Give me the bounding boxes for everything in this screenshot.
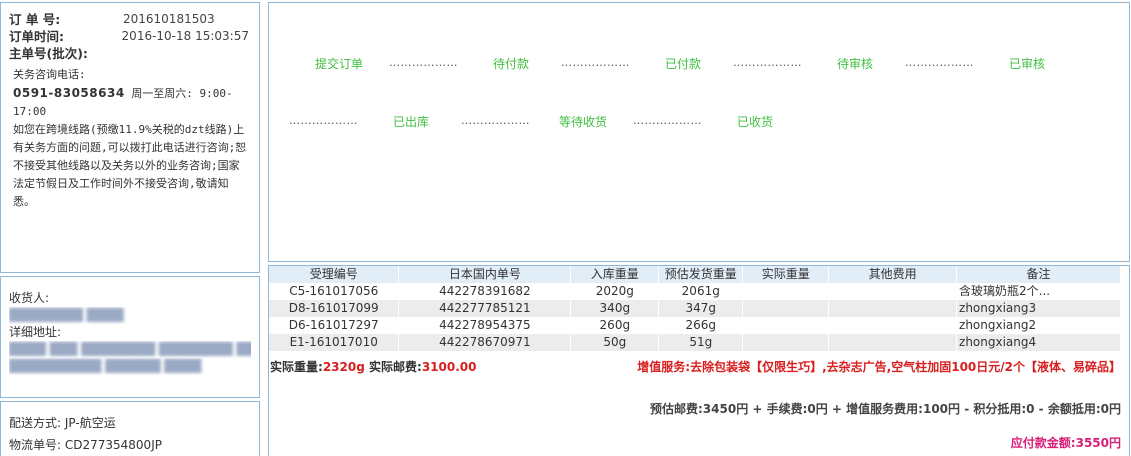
receiver-address-label: 详细地址: — [9, 325, 62, 339]
items-panel: 受理编号 日本国内单号 入库重量 预估发货重量 实际重量 其他费用 备注 C5-… — [268, 265, 1130, 456]
total-payable: 应付款金额:3550円 — [1010, 436, 1121, 450]
cell-est-weight: 51g — [658, 334, 744, 351]
cell-actual-weight — [742, 317, 830, 334]
cell-inbound-weight: 2020g — [570, 283, 660, 300]
receiver-name-label: 收货人: — [9, 291, 50, 305]
table-row: D6-161017297 442278954375 260g 266g zhon… — [269, 317, 1121, 334]
receiver-panel: 收货人: ████████ ████ 详细地址: ████ ███ ██████… — [0, 276, 260, 398]
step-separator: ……………… — [289, 114, 358, 127]
cell-inbound-weight: 340g — [570, 300, 660, 317]
step-awaiting-payment: 待付款 — [493, 57, 530, 71]
cell-note: zhongxiang3 — [956, 300, 1121, 317]
actual-postage-label: 实际邮费: — [369, 360, 422, 374]
cell-jp-tracking: 442278391682 — [398, 283, 572, 300]
order-number-label: 订 单 号: — [9, 12, 61, 27]
cell-receipt-no: D8-161017099 — [269, 300, 400, 317]
actual-postage-value: 3100.00 — [421, 360, 477, 374]
table-row: E1-161017010 442278670971 50g 51g zhongx… — [269, 334, 1121, 351]
col-receipt-no: 受理编号 — [269, 266, 400, 283]
actual-weight-label: 实际重量: — [270, 360, 323, 374]
col-note: 备注 — [956, 266, 1121, 283]
step-separator: ……………… — [905, 56, 974, 69]
cell-inbound-weight: 260g — [570, 317, 660, 334]
actual-summary: 实际重量:2320g 实际邮费:3100.00 — [270, 358, 476, 375]
receiver-address-redacted-2: ██████████ ██████ ████ — [9, 359, 202, 373]
order-time-value: 2016-10-18 15:03:57 — [121, 29, 249, 43]
table-row: C5-161017056 442278391682 2020g 2061g 含玻… — [269, 283, 1121, 300]
cell-other-fees — [828, 317, 958, 334]
cell-est-weight: 2061g — [658, 283, 744, 300]
col-other-fees: 其他费用 — [828, 266, 958, 283]
order-number-value: 201610181503 — [123, 12, 215, 26]
cell-other-fees — [828, 300, 958, 317]
step-separator: ……………… — [561, 56, 630, 69]
cell-other-fees — [828, 334, 958, 351]
step-separator: ……………… — [633, 114, 702, 127]
cell-jp-tracking: 442278954375 — [398, 317, 572, 334]
receiver-name-redacted: ████████ ████ — [9, 308, 124, 322]
cell-receipt-no: D6-161017297 — [269, 317, 400, 334]
step-received: 已收货 — [737, 115, 774, 129]
cell-est-weight: 266g — [658, 317, 744, 334]
order-time-label: 订单时间: — [9, 29, 64, 44]
cell-inbound-weight: 50g — [570, 334, 660, 351]
notice-body: 如您在跨境线路(预缴11.9%关税的dzt线路)上有关务方面的问题,可以拨打此电… — [13, 123, 247, 208]
step-separator: ……………… — [461, 114, 530, 127]
cell-actual-weight — [742, 334, 830, 351]
cell-receipt-no: E1-161017010 — [269, 334, 400, 351]
col-jp-tracking: 日本国内单号 — [398, 266, 572, 283]
order-number-row: 订 单 号: 201610181503 — [9, 11, 249, 28]
shipping-method: 配送方式: JP-航空运 — [9, 416, 116, 430]
master-number-row: 主单号(批次): — [9, 45, 249, 62]
cell-note: zhongxiang4 — [956, 334, 1121, 351]
tracking-number: 物流单号: CD277354800JP — [9, 438, 162, 452]
cell-jp-tracking: 442277785121 — [398, 300, 572, 317]
fee-breakdown: 预估邮费:3450円 + 手续费:0円 + 增值服务费用:100円 - 积分抵用… — [650, 402, 1121, 416]
master-number-label: 主单号(批次): — [9, 46, 88, 61]
cell-actual-weight — [742, 283, 830, 300]
cell-est-weight: 347g — [658, 300, 744, 317]
order-time-row: 订单时间: 2016-10-18 15:03:57 — [9, 28, 249, 45]
cell-jp-tracking: 442278670971 — [398, 334, 572, 351]
table-row: D8-161017099 442277785121 340g 347g zhon… — [269, 300, 1121, 317]
items-table: 受理编号 日本国内单号 入库重量 预估发货重量 实际重量 其他费用 备注 C5-… — [269, 266, 1121, 351]
step-reviewed: 已审核 — [1009, 57, 1046, 71]
order-progress-panel: 提交订单 ……………… 待付款 ……………… 已付款 ……………… 待审核 ……… — [268, 2, 1130, 262]
step-separator: ……………… — [389, 56, 458, 69]
order-info-panel: 订 单 号: 201610181503 订单时间: 2016-10-18 15:… — [0, 2, 260, 273]
cell-receipt-no: C5-161017056 — [269, 283, 400, 300]
actual-weight-value: 2320g — [322, 360, 365, 374]
notice-phone-line: 0591-83058634 周一至周六: 9:00-17:00 — [13, 84, 249, 121]
step-shipped-out: 已出库 — [393, 115, 430, 129]
col-inbound-weight: 入库重量 — [570, 266, 660, 283]
step-pending-review: 待审核 — [837, 57, 874, 71]
step-paid: 已付款 — [665, 57, 702, 71]
cell-other-fees — [828, 283, 958, 300]
step-separator: ……………… — [733, 56, 802, 69]
step-awaiting-receipt: 等待收货 — [559, 115, 608, 129]
notice-phone: 0591-83058634 — [13, 86, 125, 100]
cell-actual-weight — [742, 300, 830, 317]
cell-note: 含玻璃奶瓶2个... — [956, 283, 1121, 300]
col-est-weight: 预估发货重量 — [658, 266, 744, 283]
col-actual-weight: 实际重量 — [742, 266, 830, 283]
value-added-services: 增值服务:去除包装袋【仅限生巧】,去杂志广告,空气柱加固100日元/2个【液体、… — [637, 360, 1121, 374]
cell-note: zhongxiang2 — [956, 317, 1121, 334]
table-header-row: 受理编号 日本国内单号 入库重量 预估发货重量 实际重量 其他费用 备注 — [269, 266, 1121, 283]
step-submit-order: 提交订单 — [315, 57, 364, 71]
receiver-address-redacted: ████ ███ ████████ ████████ ██████ — [9, 342, 251, 356]
customs-notice: 关务咨询电话: 0591-83058634 周一至周六: 9:00-17:00 … — [9, 66, 249, 211]
shipping-panel: 配送方式: JP-航空运 物流单号: CD277354800JP — [0, 401, 260, 456]
notice-title: 关务咨询电话: — [13, 68, 86, 81]
